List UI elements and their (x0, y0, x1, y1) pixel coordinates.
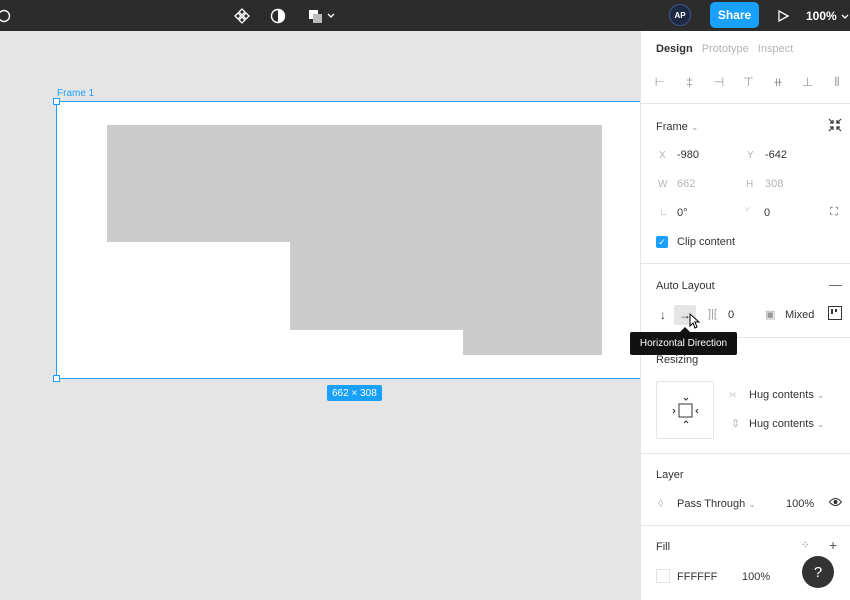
distribute-icon[interactable]: ⫴ (828, 75, 846, 90)
divider (641, 263, 850, 264)
blend-mode-value: Pass Through (677, 498, 746, 510)
fill-opacity-input[interactable]: 100% (742, 571, 770, 583)
remove-auto-layout-icon[interactable]: — (829, 277, 842, 292)
alignment-toolbar: ⊢ ‡ ⊣ ⊤ ⧺ ⊥ ⫴ (651, 71, 846, 93)
w-label: W (658, 179, 668, 190)
spacing-icon: ]|[ (708, 308, 717, 320)
chevron-down-icon (841, 9, 849, 23)
add-fill-icon[interactable]: + (829, 537, 837, 553)
corner-radius-icon: ◜ (746, 206, 750, 217)
frame-name-label[interactable]: Frame 1 (57, 88, 94, 99)
resize-handle-top-left[interactable] (53, 98, 60, 105)
grey-rectangle-bottom[interactable] (463, 330, 602, 355)
mouse-cursor-icon (689, 312, 701, 332)
clip-content-checkbox[interactable]: ✓ (656, 236, 668, 248)
align-right-icon[interactable]: ⊣ (710, 75, 728, 89)
auto-layout-title: Auto Layout (656, 280, 715, 292)
rotation-input[interactable]: 0° (677, 207, 688, 219)
blend-mode-icon: ◊ (658, 498, 664, 510)
panel-tabs: Design Prototype Inspect (656, 43, 802, 55)
direction-tooltip: Horizontal Direction (630, 327, 737, 355)
vertical-direction-button[interactable]: ↓ (652, 305, 674, 325)
h-input[interactable]: 308 (765, 178, 783, 190)
arrow-down-icon: ↓ (660, 308, 666, 322)
selected-frame[interactable] (56, 101, 640, 379)
resize-handle-bottom-left[interactable] (53, 375, 60, 382)
layer-title: Layer (656, 469, 684, 481)
align-center-vertical-icon[interactable]: ⧺ (769, 75, 787, 89)
chevron-down-icon: ⌄ (816, 390, 825, 400)
divider (641, 525, 850, 526)
properties-panel: Design Prototype Inspect ⊢ ‡ ⊣ ⊤ ⧺ ⊥ ⫴ F… (640, 31, 850, 600)
tab-inspect[interactable]: Inspect (758, 43, 793, 55)
present-play-icon[interactable] (774, 0, 792, 31)
blend-mode-dropdown[interactable]: Pass Through ⌄ (677, 498, 756, 510)
styles-grid-icon[interactable]: ⁘ (801, 540, 809, 551)
alignment-settings-icon[interactable] (828, 306, 842, 323)
main-menu-icon[interactable] (0, 0, 14, 31)
zoom-dropdown[interactable]: 100% (806, 0, 849, 31)
tab-design[interactable]: Design (656, 43, 693, 55)
spacing-input[interactable]: 0 (728, 309, 734, 321)
align-bottom-icon[interactable]: ⊥ (799, 75, 817, 89)
eye-icon[interactable] (828, 497, 843, 510)
clip-content-label: Clip content (677, 236, 736, 248)
mask-icon[interactable] (268, 0, 288, 31)
resizing-title: Resizing (656, 354, 699, 366)
zoom-value: 100% (806, 8, 837, 23)
frame-type-dropdown[interactable]: Frame ⌄ (656, 121, 698, 133)
x-input[interactable]: -980 (677, 149, 699, 161)
grey-rectangle-middle[interactable] (290, 242, 602, 330)
align-center-horizontal-icon[interactable]: ‡ (681, 75, 699, 89)
align-top-icon[interactable]: ⊤ (740, 75, 758, 89)
collapse-arrows-icon[interactable] (828, 118, 842, 135)
h-label: H (746, 179, 754, 190)
vertical-resizing-dropdown[interactable]: Hug contents ⌄ (749, 418, 824, 430)
align-left-icon[interactable]: ⊢ (651, 75, 669, 89)
padding-icon: ▣ (765, 309, 776, 321)
top-toolbar: AP Share 100% (0, 0, 850, 31)
divider (641, 103, 850, 104)
size-badge: 662 × 308 (327, 385, 382, 401)
layer-opacity-input[interactable]: 100% (786, 498, 814, 510)
horizontal-resizing-value: Hug contents (749, 389, 814, 401)
chevron-down-icon: ⌄ (816, 419, 825, 429)
tab-prototype[interactable]: Prototype (702, 43, 749, 55)
w-input[interactable]: 662 (677, 178, 695, 190)
boolean-ops-icon[interactable] (305, 0, 337, 31)
vertical-resize-icon: ⇕ (731, 418, 741, 430)
fill-hex-input[interactable]: FFFFFF (677, 571, 717, 583)
horizontal-resizing-dropdown[interactable]: Hug contents ⌄ (749, 389, 824, 401)
rotation-icon: ∟ (659, 207, 669, 218)
user-avatar[interactable]: AP (669, 4, 691, 26)
y-input[interactable]: -642 (765, 149, 787, 161)
resizing-preview (656, 381, 714, 439)
x-label: X (659, 150, 666, 161)
corner-radius-input[interactable]: 0 (764, 207, 770, 219)
components-icon[interactable] (232, 0, 252, 31)
grey-rectangle-top[interactable] (107, 125, 602, 242)
independent-corners-icon[interactable]: ⛶ (830, 206, 838, 219)
chevron-down-icon: ⌄ (748, 499, 756, 509)
padding-input[interactable]: Mixed (785, 309, 814, 321)
chevron-down-icon: ⌄ (690, 122, 699, 132)
divider (641, 453, 850, 454)
share-button[interactable]: Share (710, 2, 759, 28)
horizontal-resize-icon: ›‹ (729, 389, 737, 401)
fill-color-swatch[interactable] (656, 569, 670, 583)
vertical-resizing-value: Hug contents (749, 418, 814, 430)
frame-section-title: Frame (656, 121, 688, 133)
y-label: Y (747, 150, 754, 161)
help-button[interactable]: ? (802, 556, 834, 588)
design-canvas[interactable]: Frame 1 662 × 308 (0, 31, 640, 600)
fill-title: Fill (656, 541, 671, 553)
